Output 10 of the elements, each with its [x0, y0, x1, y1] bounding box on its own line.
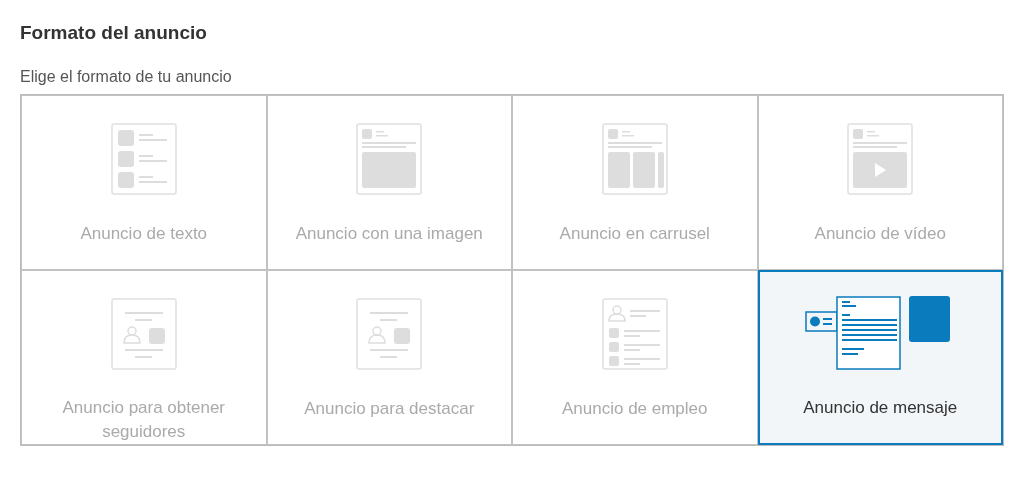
text-ad-icon: [110, 123, 177, 195]
person-card-icon: [110, 297, 177, 370]
person-list-icon: [601, 298, 668, 370]
person-card-icon: [356, 298, 423, 370]
image-ad-icon: [356, 123, 423, 195]
video-ad-icon: [847, 123, 914, 195]
carousel-ad-icon: [601, 123, 668, 195]
section-title: Formato del anuncio: [20, 22, 208, 45]
format-option[interactable]: Anuncio de mensaje: [757, 270, 1003, 445]
prompt-text: Elige el formato de tu anuncio: [20, 68, 233, 86]
